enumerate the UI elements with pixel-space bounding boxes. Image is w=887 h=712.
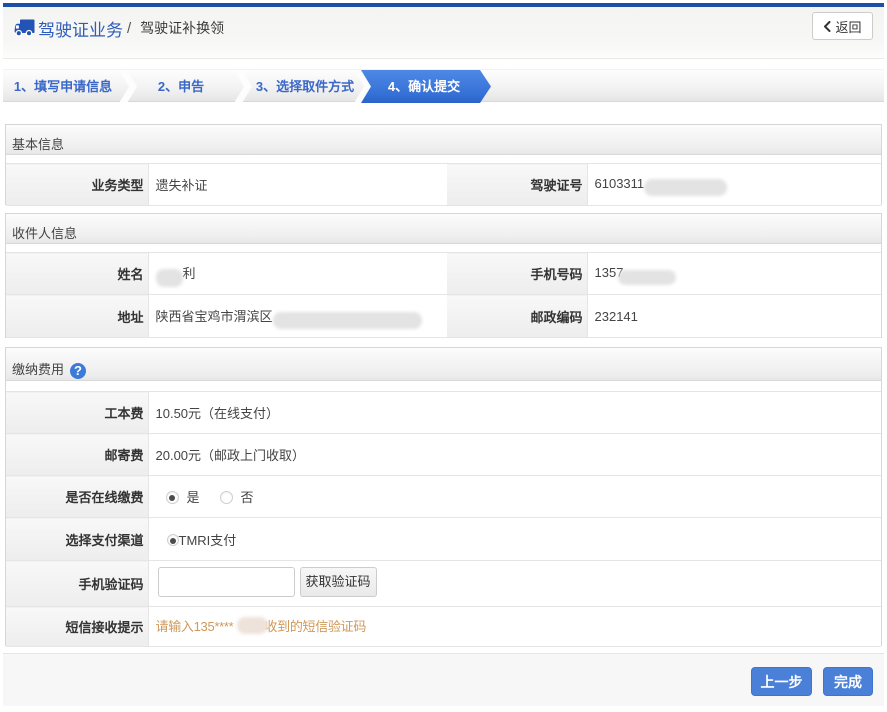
svg-text:?: ? <box>74 363 82 378</box>
